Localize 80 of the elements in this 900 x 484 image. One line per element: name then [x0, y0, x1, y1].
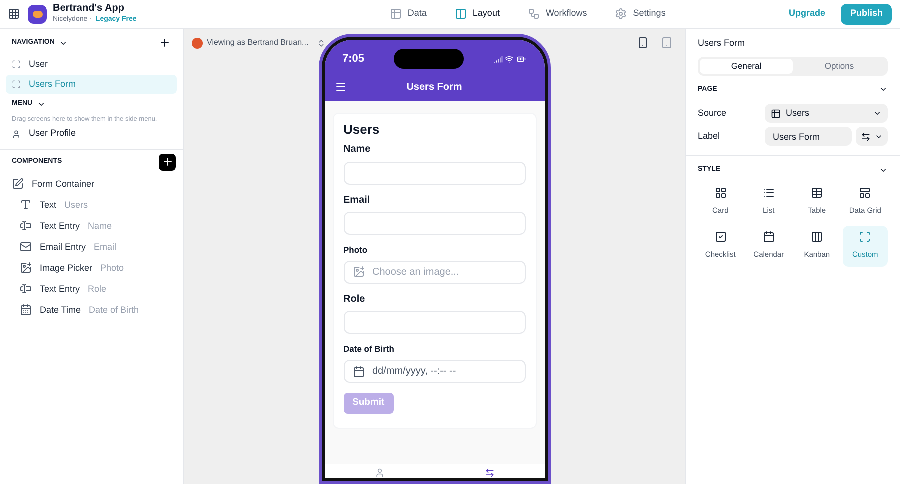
container-icon — [12, 178, 24, 190]
person-icon — [12, 130, 21, 138]
data-icon — [390, 8, 402, 20]
entry-icon — [20, 220, 32, 232]
nav-tab[interactable]: Layout — [450, 7, 504, 21]
navigation-item[interactable]: Users Form — [6, 75, 177, 94]
menu-icon[interactable] — [334, 81, 346, 93]
nav-tab[interactable]: Settings — [611, 7, 670, 21]
email-icon — [20, 241, 32, 254]
screen-title: Users Form — [406, 80, 464, 94]
kanban-icon — [811, 231, 824, 244]
field-label: Role — [344, 294, 366, 306]
add-component-button[interactable] — [159, 154, 176, 171]
menu-item[interactable]: User Profile — [29, 127, 76, 141]
component-detail: Role — [88, 282, 107, 296]
calendar-icon — [762, 231, 775, 244]
nav-tab[interactable]: Workflows — [524, 7, 592, 21]
table-icon — [771, 108, 781, 118]
panel-tab[interactable]: General — [700, 58, 793, 74]
layout-icon — [454, 8, 467, 20]
app-name: Bertrand's App — [53, 3, 126, 16]
component-detail: Users — [64, 198, 88, 212]
avatar-icon — [192, 38, 203, 48]
arrows-icon[interactable] — [484, 468, 494, 478]
source-select[interactable]: Users — [765, 104, 888, 123]
component-detail: Photo — [100, 262, 124, 274]
add-icon[interactable] — [159, 37, 171, 49]
custom-icon — [859, 231, 872, 244]
table-icon — [811, 187, 824, 200]
status-time: 7:05 — [342, 52, 365, 67]
apps-icon[interactable] — [8, 8, 20, 20]
settings-icon — [615, 8, 628, 20]
text-icon — [20, 199, 32, 212]
form-title: Users — [344, 122, 381, 138]
image-icon — [352, 266, 364, 278]
entry-icon — [20, 283, 32, 296]
viewer-selector[interactable]: Viewing as Bertrand Bruan... — [207, 37, 309, 49]
component-name[interactable]: Email Entry — [40, 240, 86, 254]
field-label: Label — [698, 130, 722, 143]
status-icons — [494, 54, 526, 64]
app-logo — [28, 4, 47, 24]
date-icon — [20, 304, 32, 316]
panel-tab[interactable]: Options — [793, 58, 886, 74]
component-detail: Name — [88, 220, 112, 232]
date-field[interactable]: dd/mm/yyyy, --:-- -- — [344, 360, 526, 383]
workflows-icon — [528, 8, 540, 20]
binding-button[interactable] — [856, 127, 888, 146]
label-field[interactable]: Users Form — [765, 127, 852, 146]
input-field[interactable] — [344, 162, 526, 185]
component-name[interactable]: Text Entry — [40, 282, 80, 296]
component-detail: Email — [94, 240, 117, 254]
phone-icon[interactable] — [637, 37, 649, 49]
frame-icon — [12, 60, 21, 69]
component-detail: Date of Birth — [89, 304, 140, 316]
component-name[interactable]: Text Entry — [40, 220, 80, 233]
component-name[interactable]: Date Time — [40, 304, 82, 317]
calendar-icon — [352, 366, 364, 378]
input-field[interactable] — [344, 311, 526, 334]
field-label: Source — [698, 106, 728, 120]
field-label: Date of Birth — [344, 344, 396, 355]
card-icon — [714, 187, 727, 200]
navigation-item[interactable]: User — [6, 55, 177, 74]
component-name[interactable]: Form Container — [32, 178, 95, 191]
component-name[interactable]: Text — [40, 198, 57, 212]
field-label: Name — [344, 144, 372, 157]
add-icon — [162, 156, 174, 168]
panel-title: Users Form — [698, 37, 746, 50]
camera-notch — [394, 49, 464, 69]
checklist-icon — [714, 231, 727, 244]
field-label: Email — [344, 194, 372, 208]
chevron-icon — [873, 109, 882, 118]
frame-icon — [12, 80, 21, 89]
field-label: Photo — [344, 245, 369, 256]
swap-icon — [861, 132, 871, 142]
nav-tab[interactable]: Data — [386, 7, 431, 21]
input-field[interactable] — [344, 212, 526, 236]
person-icon[interactable] — [374, 468, 384, 478]
image-icon — [20, 262, 32, 274]
grid-icon — [859, 187, 872, 200]
component-name[interactable]: Image Picker — [40, 262, 93, 275]
